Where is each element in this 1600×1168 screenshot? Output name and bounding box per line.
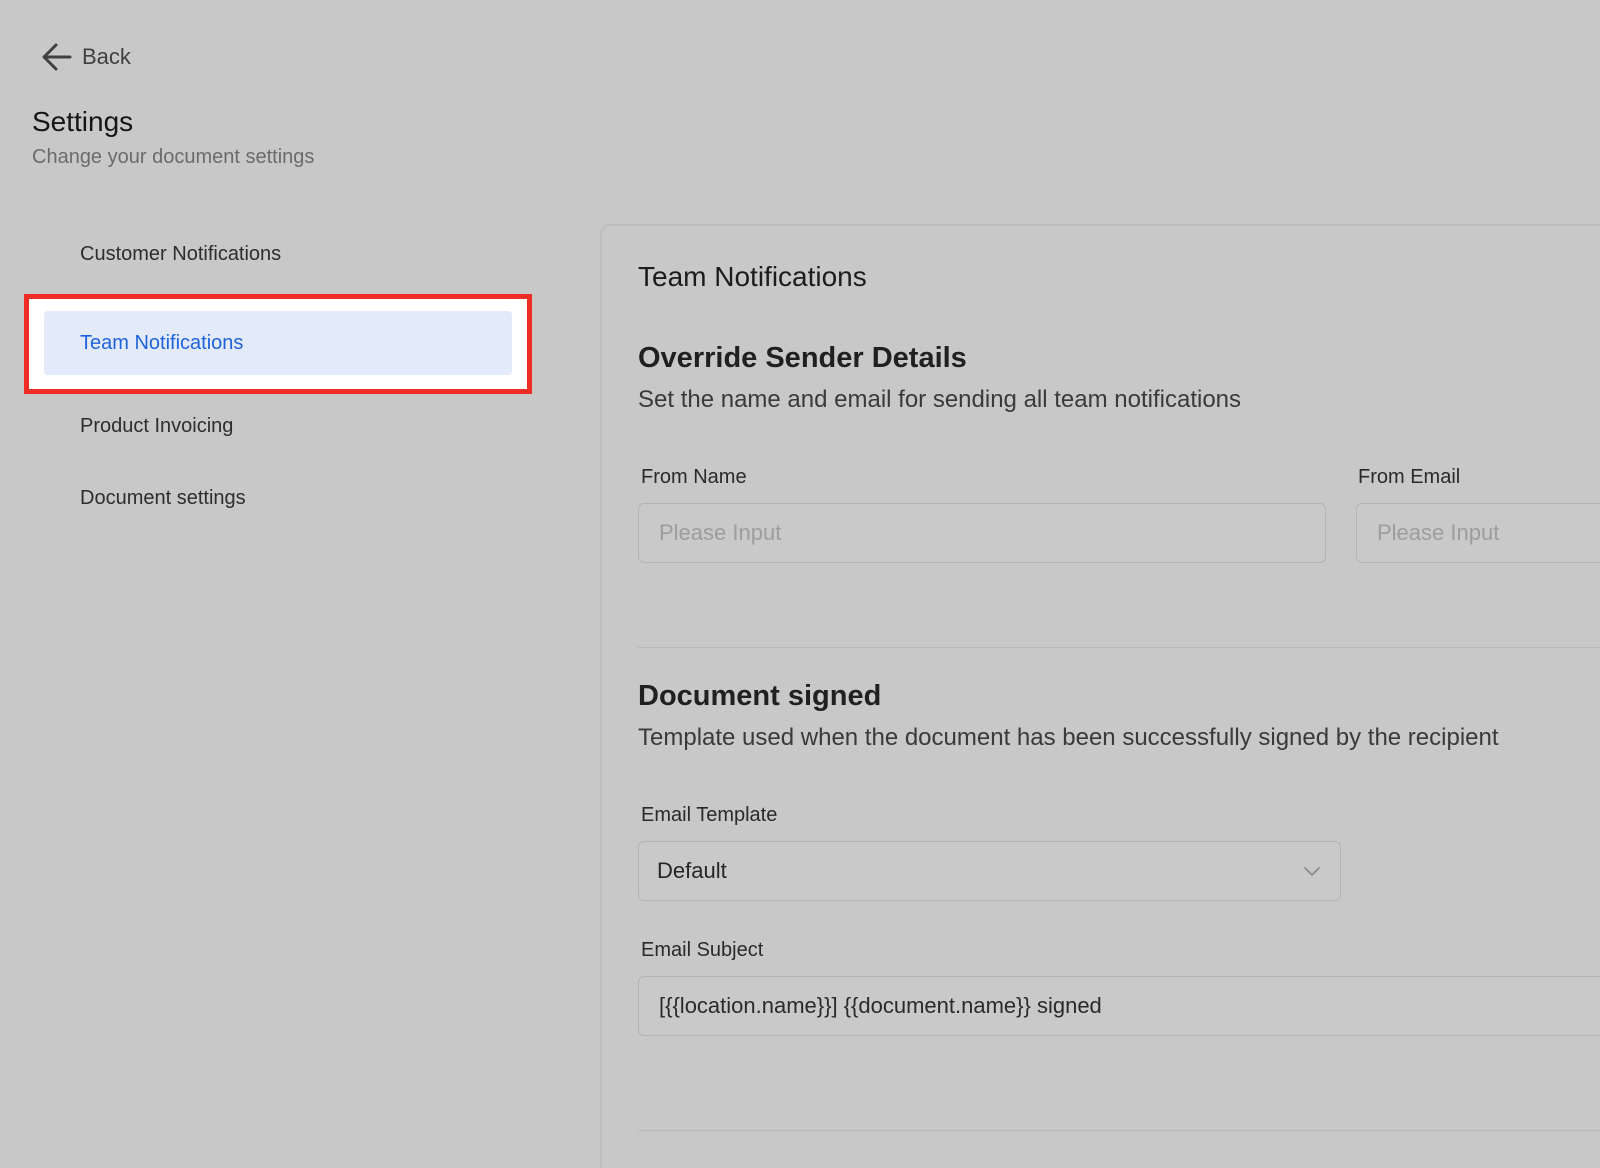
email-subject-input[interactable] [638,976,1600,1036]
email-template-label: Email Template [641,804,778,826]
nav-item-document-settings[interactable]: Document settings [32,466,532,530]
chevron-down-icon [1304,867,1320,876]
settings-page: Back Settings Change your document setti… [0,0,1600,1168]
settings-nav: Customer Notifications Team Notification… [24,222,532,538]
arrow-left-icon [42,43,72,71]
nav-item-team-notifications[interactable]: Team Notifications [44,311,512,375]
back-label: Back [82,44,131,69]
signed-section-title: Document signed [638,680,882,712]
sender-section-description: Set the name and email for sending all t… [638,386,1242,413]
email-template-value: Default [657,858,727,883]
page-title: Settings [32,106,134,137]
from-name-input[interactable] [638,503,1326,563]
from-email-input[interactable] [1356,503,1600,563]
nav-item-team-notifications-highlight: Team Notifications [24,294,532,394]
email-template-select[interactable]: Default [638,841,1341,901]
nav-item-product-invoicing[interactable]: Product Invoicing [32,394,532,458]
nav-item-customer-notifications[interactable]: Customer Notifications [32,222,532,286]
from-email-label: From Email [1358,466,1461,488]
signed-section-description: Template used when the document has been… [638,724,1499,751]
section-divider [638,647,1600,648]
settings-panel: Team Notifications Override Sender Detai… [600,224,1600,1168]
email-subject-label: Email Subject [641,939,764,961]
panel-title: Team Notifications [638,261,867,292]
back-button[interactable]: Back [40,40,131,74]
sender-section-title: Override Sender Details [638,342,967,374]
section-divider-bottom [638,1130,1600,1131]
from-name-label: From Name [641,466,747,488]
page-subtitle: Change your document settings [32,146,315,168]
